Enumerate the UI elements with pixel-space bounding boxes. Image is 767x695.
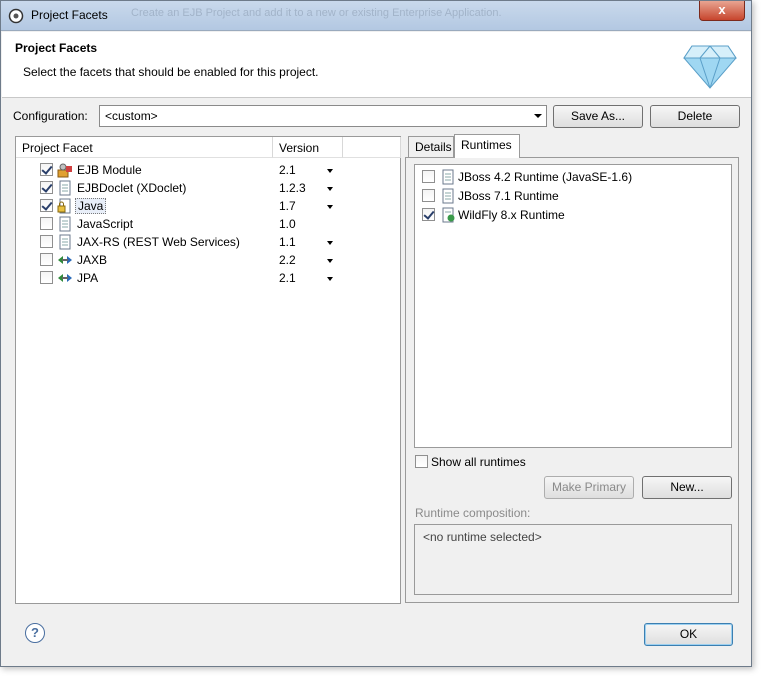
runtime-checkbox[interactable]	[422, 208, 435, 221]
tab-runtimes-label: Runtimes	[461, 138, 512, 152]
java-lock-icon	[57, 198, 71, 214]
facet-name: JAXB	[77, 253, 108, 267]
runtime-checkbox[interactable]	[422, 189, 435, 202]
document-icon	[59, 216, 71, 232]
version-dropdown-icon[interactable]	[327, 169, 333, 173]
tab-runtimes[interactable]: Runtimes	[454, 134, 520, 158]
runtime-checkbox[interactable]	[422, 170, 435, 183]
document-icon	[442, 169, 454, 185]
title-bar[interactable]: Project Facets Create an EJB Project and…	[1, 1, 751, 31]
window-title: Project Facets	[31, 8, 108, 22]
runtimes-panel: JBoss 4.2 Runtime (JavaSE-1.6) JBoss 7.1…	[405, 157, 739, 603]
project-facets-dialog: Project Facets Create an EJB Project and…	[0, 0, 752, 667]
document-icon	[59, 234, 71, 250]
arrows-icon	[58, 274, 72, 282]
facet-version: 2.1	[279, 163, 296, 177]
delete-button[interactable]: Delete	[650, 105, 740, 128]
save-as-button[interactable]: Save As...	[553, 105, 643, 128]
facet-row-jax-rs[interactable]: JAX-RS (REST Web Services) 1.1	[16, 233, 400, 251]
facet-name: EJBDoclet (XDoclet)	[77, 181, 187, 195]
show-all-runtimes-label: Show all runtimes	[431, 455, 526, 469]
page-description: Select the facets that should be enabled…	[23, 65, 319, 79]
document-icon	[442, 188, 454, 204]
facet-checkbox[interactable]	[40, 181, 53, 194]
facet-version: 1.7	[279, 199, 296, 213]
tab-details-label: Details	[415, 140, 452, 154]
facet-version: 1.2.3	[279, 181, 306, 195]
facet-version: 1.1	[279, 235, 296, 249]
configuration-combo[interactable]: <custom>	[99, 105, 547, 127]
runtime-composition-label: Runtime composition:	[415, 506, 531, 520]
facet-checkbox[interactable]	[40, 199, 53, 212]
facet-row-jaxb[interactable]: JAXB 2.2	[16, 251, 400, 269]
document-icon	[59, 180, 71, 196]
facet-row-ejb-module[interactable]: EJB Module 2.1	[16, 161, 400, 179]
facet-row-ejbdoclet[interactable]: EJBDoclet (XDoclet) 1.2.3	[16, 179, 400, 197]
arrows-icon	[58, 256, 72, 264]
runtimes-list[interactable]: JBoss 4.2 Runtime (JavaSE-1.6) JBoss 7.1…	[414, 164, 732, 448]
runtime-row-jboss-71[interactable]: JBoss 7.1 Runtime	[415, 187, 731, 205]
column-header-empty	[343, 137, 401, 158]
runtime-server-icon	[442, 207, 455, 223]
facet-name: JavaScript	[77, 217, 134, 231]
facets-table[interactable]: Project Facet Version EJB Module 2.1 EJB…	[15, 136, 401, 604]
facet-version: 2.2	[279, 253, 296, 267]
version-dropdown-icon[interactable]	[327, 205, 333, 209]
version-dropdown-icon[interactable]	[327, 259, 333, 263]
version-dropdown-icon[interactable]	[327, 277, 333, 281]
make-primary-button[interactable]: Make Primary	[544, 476, 634, 499]
runtime-name: JBoss 7.1 Runtime	[458, 189, 559, 203]
facet-version: 1.0	[279, 217, 296, 231]
facet-name: JPA	[77, 271, 99, 285]
column-header-facet[interactable]: Project Facet	[16, 137, 273, 158]
runtime-name: WildFly 8.x Runtime	[458, 208, 565, 222]
version-dropdown-icon[interactable]	[327, 187, 333, 191]
facet-checkbox[interactable]	[40, 253, 53, 266]
runtime-composition-value: <no runtime selected>	[423, 530, 542, 544]
help-icon[interactable]: ?	[25, 623, 45, 643]
page-title: Project Facets	[15, 41, 98, 55]
close-button[interactable]: x	[699, 1, 745, 21]
runtime-row-jboss-42[interactable]: JBoss 4.2 Runtime (JavaSE-1.6)	[415, 168, 731, 186]
ok-button[interactable]: OK	[644, 623, 733, 646]
facet-version: 2.1	[279, 271, 296, 285]
configuration-label: Configuration:	[13, 109, 88, 123]
chevron-down-icon	[534, 114, 542, 118]
facet-checkbox[interactable]	[40, 163, 53, 176]
runtime-composition-box: <no runtime selected>	[414, 524, 732, 595]
facet-name: EJB Module	[77, 163, 142, 177]
runtime-row-wildfly[interactable]: WildFly 8.x Runtime	[415, 206, 731, 224]
facet-name: Java	[75, 198, 107, 214]
version-dropdown-icon[interactable]	[327, 241, 333, 245]
ejb-module-icon	[57, 163, 72, 178]
facet-row-jpa[interactable]: JPA 2.1	[16, 269, 400, 287]
runtime-name: JBoss 4.2 Runtime (JavaSE-1.6)	[458, 170, 633, 184]
show-all-runtimes-checkbox[interactable]	[415, 455, 428, 468]
new-runtime-button[interactable]: New...	[642, 476, 732, 499]
configuration-value: <custom>	[105, 109, 158, 123]
facet-checkbox[interactable]	[40, 217, 53, 230]
facet-checkbox[interactable]	[40, 235, 53, 248]
facet-row-javascript[interactable]: JavaScript 1.0	[16, 215, 400, 233]
dialog-header: Project Facets Select the facets that sh…	[2, 32, 751, 98]
facet-checkbox[interactable]	[40, 271, 53, 284]
facet-name: JAX-RS (REST Web Services)	[77, 235, 240, 249]
facet-row-java[interactable]: Java 1.7	[16, 197, 400, 215]
eclipse-icon	[8, 8, 24, 24]
column-header-version[interactable]: Version	[273, 137, 343, 158]
background-window-text: Create an EJB Project and add it to a ne…	[131, 7, 502, 19]
diamond-icon	[683, 45, 737, 89]
tab-details[interactable]: Details	[408, 136, 454, 158]
